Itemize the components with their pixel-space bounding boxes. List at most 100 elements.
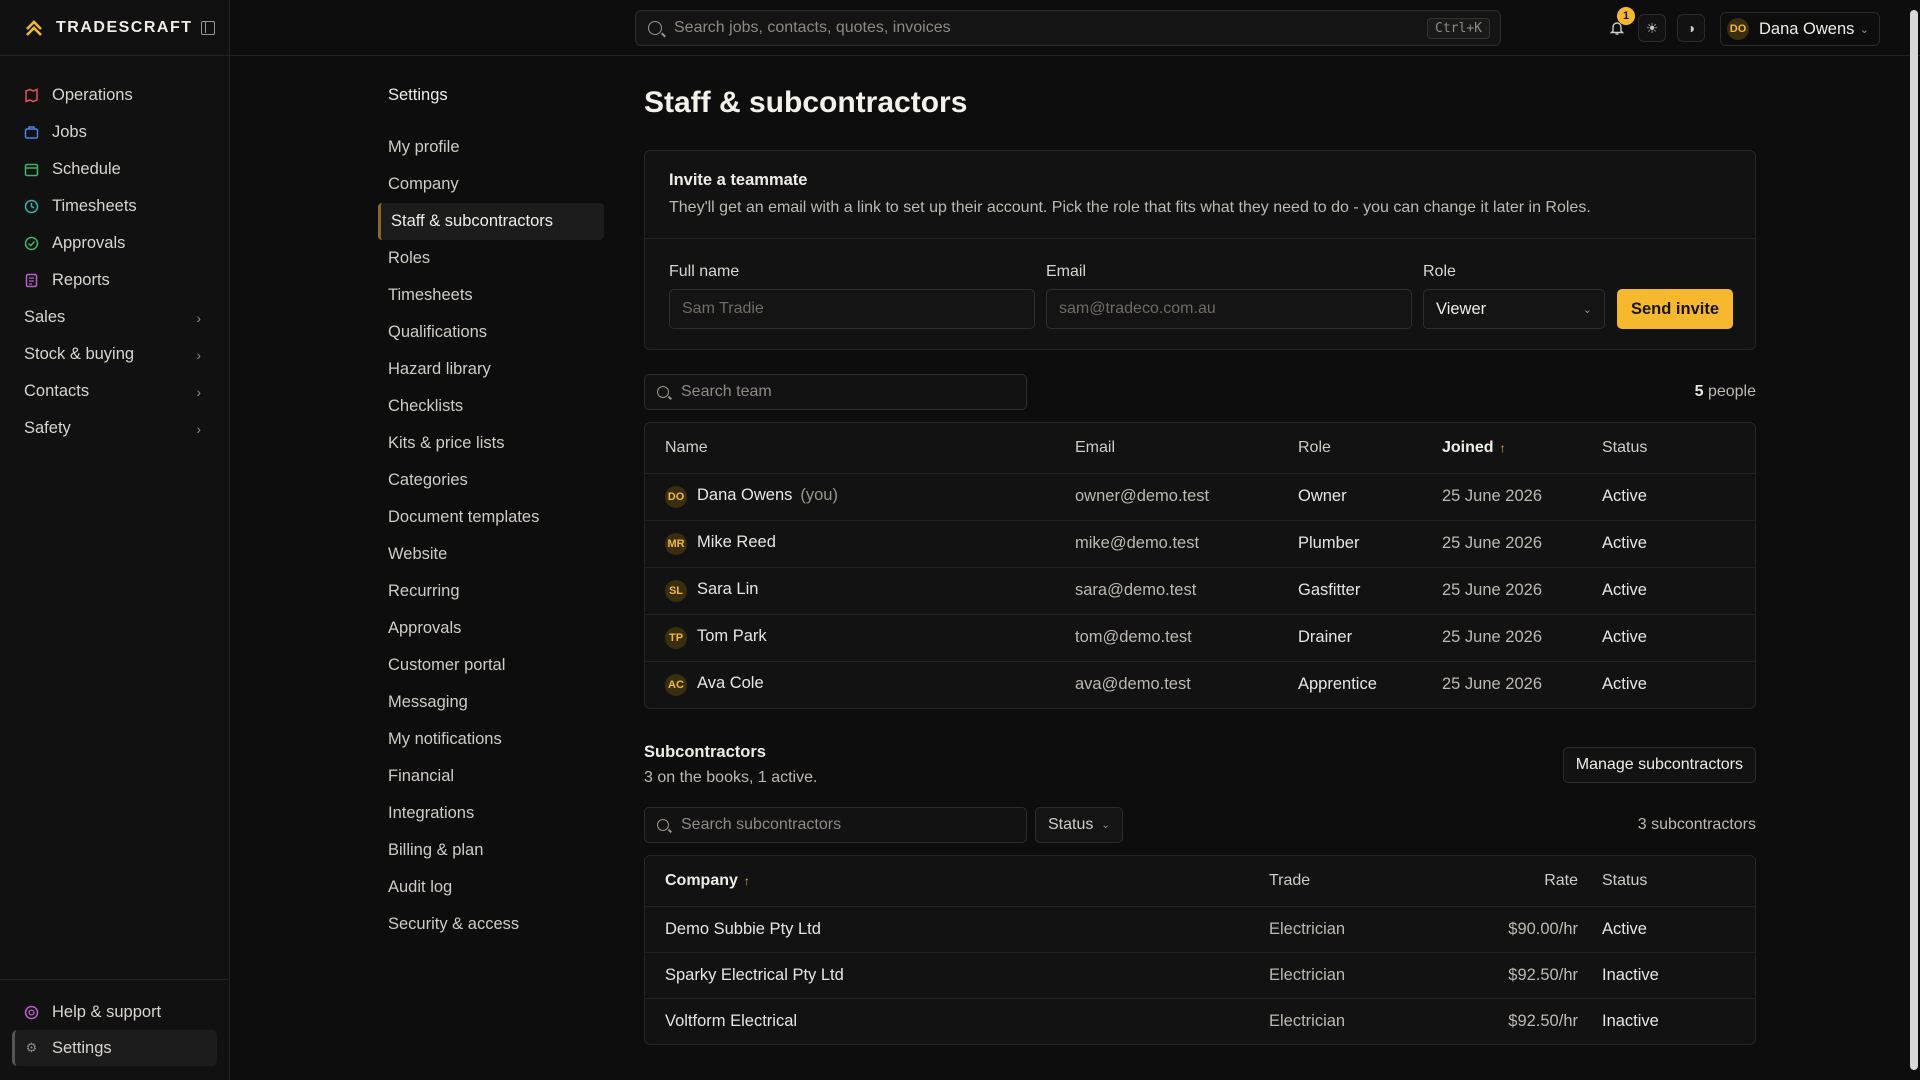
settings-nav-item[interactable]: Billing & plan xyxy=(378,832,604,869)
subcontractors-header: Subcontractors 3 on the books, 1 active.… xyxy=(644,743,1756,787)
full-name-field[interactable] xyxy=(669,289,1035,329)
col-status[interactable]: Status xyxy=(1602,423,1755,474)
sidebar-item-jobs[interactable]: Jobs xyxy=(0,114,229,151)
member-email: owner@demo.test xyxy=(1075,473,1298,521)
settings-nav-item[interactable]: Categories xyxy=(378,462,604,499)
invite-form: Full name Email Role Viewer ⌄ Send invit… xyxy=(645,239,1755,349)
col-email[interactable]: Email xyxy=(1075,423,1298,474)
member-status: Active xyxy=(1602,473,1755,521)
subcontractors-table-body: Demo Subbie Pty Ltd Electrician $90.00/hr A… xyxy=(645,906,1755,1044)
role-select[interactable]: Viewer ⌄ xyxy=(1423,289,1605,329)
settings-nav-item[interactable]: My notifications xyxy=(378,721,604,758)
sidebar-item-reports[interactable]: Reports xyxy=(0,262,229,299)
help-support-link[interactable]: Help & support xyxy=(12,994,217,1030)
check-circle-icon xyxy=(24,236,39,251)
settings-nav-item[interactable]: Timesheets xyxy=(378,277,604,314)
collapse-sidebar-icon[interactable] xyxy=(200,20,215,35)
chevron-down-icon: ⌄ xyxy=(1582,303,1592,316)
user-menu[interactable]: DO Dana Owens ⌄ xyxy=(1720,12,1880,46)
manage-subcontractors-button[interactable]: Manage subcontractors xyxy=(1562,747,1756,783)
table-row[interactable]: DO Dana Owens (you) owner@demo.test Owner 25 … xyxy=(645,473,1755,521)
chevron-right-icon: › xyxy=(196,420,201,437)
page-scrollbar[interactable] xyxy=(1910,10,1918,1070)
settings-nav-item[interactable]: Messaging xyxy=(378,684,604,721)
col-company[interactable]: Company ↑ xyxy=(645,856,1269,907)
email-field[interactable] xyxy=(1046,289,1412,329)
table-row[interactable]: TP Tom Park tom@demo.test Drainer 25 June 20… xyxy=(645,614,1755,662)
global-search-input[interactable]: Search jobs, contacts, quotes, invoices … xyxy=(635,10,1501,46)
full-name-label: Full name xyxy=(669,263,740,280)
brand: TRADESCRAFT xyxy=(0,0,229,56)
subcontractors-search-input[interactable]: Search subcontractors xyxy=(644,807,1027,843)
sidebar-group-contacts[interactable]: Contacts › xyxy=(0,373,229,410)
col-sub-status[interactable]: Status xyxy=(1602,856,1755,907)
subcontractor-company: Sparky Electrical Pty Ltd xyxy=(645,952,1269,999)
col-rate[interactable]: Rate xyxy=(1449,856,1602,907)
chevron-right-icon: › xyxy=(196,383,201,400)
settings-nav-item[interactable]: Customer portal xyxy=(378,647,604,684)
notification-badge: 1 xyxy=(1617,7,1635,25)
settings-nav-item[interactable]: Company xyxy=(378,166,604,203)
settings-nav-list: My profile Company Staff & subcontractors R… xyxy=(378,129,604,943)
subcontractor-trade: Electrician xyxy=(1269,906,1449,953)
settings-nav-item[interactable]: Staff & subcontractors xyxy=(378,203,604,240)
member-name-cell: MR Mike Reed xyxy=(645,520,1075,568)
avatar: DO xyxy=(665,485,687,508)
status-filter-dropdown[interactable]: Status ⌄ xyxy=(1035,807,1123,843)
notifications-button[interactable]: 1 xyxy=(1603,7,1635,42)
table-row[interactable]: MR Mike Reed mike@demo.test Plumber 25 June … xyxy=(645,520,1755,568)
col-name[interactable]: Name xyxy=(645,423,1075,474)
sidebar-group-stock[interactable]: Stock & buying › xyxy=(0,336,229,373)
settings-nav-item[interactable]: Qualifications xyxy=(378,314,604,351)
col-company-label: Company xyxy=(665,871,738,889)
member-role: Apprentice xyxy=(1298,675,1377,694)
chevron-down-icon: ⌄ xyxy=(1859,23,1869,36)
member-role: Drainer xyxy=(1298,614,1442,662)
team-search-input[interactable]: Search team xyxy=(644,374,1027,410)
settings-nav-item[interactable]: Document templates xyxy=(378,499,604,536)
member-name: Mike Reed xyxy=(697,532,776,551)
settings-nav-item[interactable]: Roles xyxy=(378,240,604,277)
sidebar-item-approvals[interactable]: Approvals xyxy=(0,225,229,262)
settings-nav-item[interactable]: Audit log xyxy=(378,869,604,906)
avatar: SL xyxy=(665,579,687,602)
subcontractor-trade: Electrician xyxy=(1269,1011,1346,1030)
sidebar-item-timesheets[interactable]: Timesheets xyxy=(0,188,229,225)
sidebar-item-schedule[interactable]: Schedule xyxy=(0,151,229,188)
col-trade[interactable]: Trade xyxy=(1269,856,1449,907)
help-label: Help & support xyxy=(52,1002,162,1021)
invite-description: They'll get an email with a link to set … xyxy=(669,199,1591,216)
table-row[interactable]: AC Ava Cole ava@demo.test Apprentice 25 June… xyxy=(645,661,1755,708)
page-title: Staff & subcontractors xyxy=(644,86,968,119)
settings-nav-item[interactable]: My profile xyxy=(378,129,604,166)
settings-nav-item[interactable]: Security & access xyxy=(378,906,604,943)
team-toolbar: Search team 5 people xyxy=(644,374,1756,410)
table-row[interactable]: SL Sara Lin sara@demo.test Gasfitter 25 June… xyxy=(645,567,1755,615)
settings-nav-item[interactable]: Hazard library xyxy=(378,351,604,388)
col-joined[interactable]: Joined ↑ xyxy=(1442,423,1602,474)
settings-nav-item[interactable]: Recurring xyxy=(378,573,604,610)
send-invite-button[interactable]: Send invite xyxy=(1617,289,1733,329)
table-row[interactable]: Demo Subbie Pty Ltd Electrician $90.00/hr A… xyxy=(645,906,1755,953)
sidebar-item-label: Operations xyxy=(52,86,133,104)
chevron-down-icon: ⌄ xyxy=(1101,819,1110,831)
settings-nav-item[interactable]: Integrations xyxy=(378,795,604,832)
col-role[interactable]: Role xyxy=(1298,423,1442,474)
table-row[interactable]: Voltform Electrical Electrician $92.50/hr I… xyxy=(645,998,1755,1044)
settings-nav-item[interactable]: Website xyxy=(378,536,604,573)
light-theme-button[interactable]: ☀ xyxy=(1638,14,1666,42)
sidebar-item-operations[interactable]: Operations xyxy=(0,77,229,114)
member-status: Active xyxy=(1602,614,1755,662)
settings-nav-item[interactable]: Checklists xyxy=(378,388,604,425)
settings-link[interactable]: ⚙ Settings xyxy=(12,1030,217,1066)
sidebar-group-sales[interactable]: Sales › xyxy=(0,299,229,336)
avatar: AC xyxy=(665,673,687,696)
settings-nav-item[interactable]: Kits & price lists xyxy=(378,425,604,462)
sidebar-group-safety[interactable]: Safety › xyxy=(0,410,229,447)
table-row[interactable]: Sparky Electrical Pty Ltd Electrician $92.… xyxy=(645,952,1755,999)
sidebar-group-label: Contacts xyxy=(24,382,90,400)
calendar-icon xyxy=(24,162,39,177)
contrast-theme-button[interactable]: ◑ xyxy=(1677,14,1705,42)
settings-nav-item[interactable]: Approvals xyxy=(378,610,604,647)
settings-nav-item[interactable]: Financial xyxy=(378,758,604,795)
